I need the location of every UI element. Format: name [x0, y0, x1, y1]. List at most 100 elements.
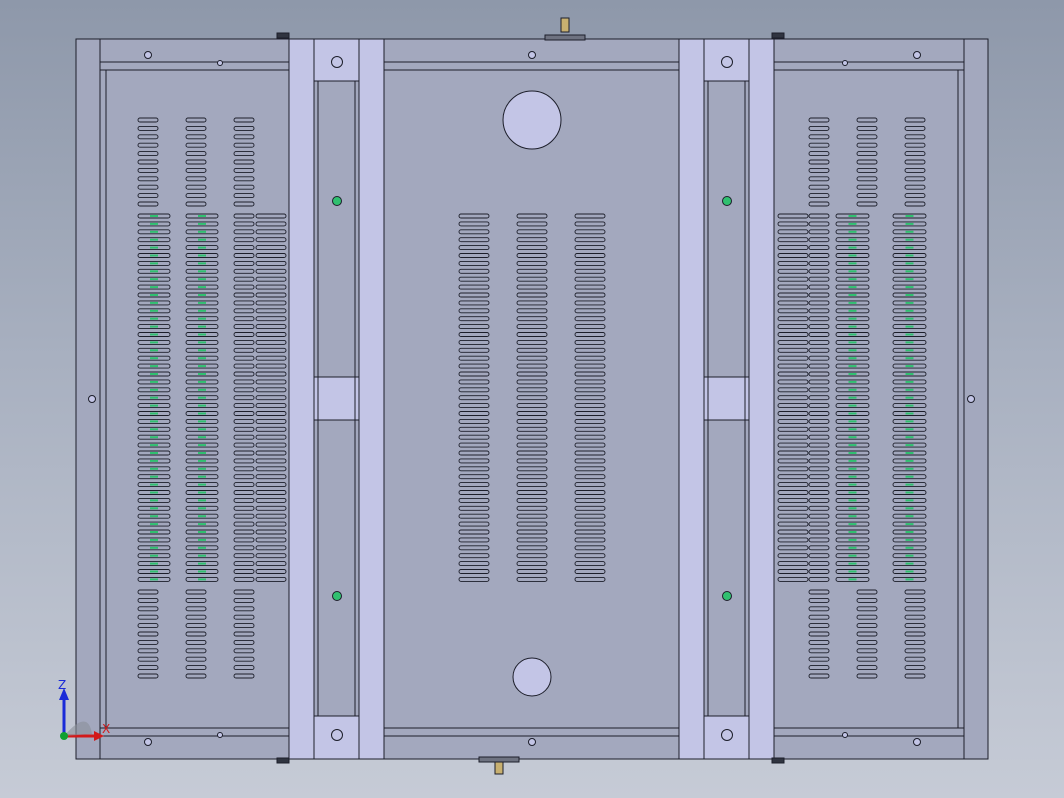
vent-slot-highlight — [905, 467, 914, 470]
vent-slot-highlight — [905, 388, 914, 391]
vent-slot-highlight — [198, 570, 206, 573]
vent-slot-highlight — [905, 459, 914, 462]
vent-slot-highlight — [198, 357, 206, 360]
rail-hole — [332, 591, 342, 601]
vent-slot-highlight — [905, 278, 914, 281]
vent-slot-highlight — [150, 373, 158, 375]
vent-slot-highlight — [905, 301, 914, 304]
vent-slot-highlight — [905, 546, 914, 549]
vent-slot-highlight — [905, 349, 914, 352]
center-panel — [383, 69, 681, 729]
vent-slot-highlight — [150, 546, 158, 549]
mounting-hole — [331, 729, 343, 741]
vent-slot-highlight — [150, 570, 158, 573]
vent-slot-highlight — [848, 222, 857, 225]
rail-mid-block — [703, 376, 750, 421]
vent-slot-highlight — [198, 483, 206, 486]
vent-slot-highlight — [905, 428, 914, 431]
vent-slot-highlight — [848, 301, 857, 304]
vent-slot-highlight — [905, 499, 914, 502]
vent-slot-highlight — [150, 562, 158, 565]
vent-slot-highlight — [905, 294, 914, 296]
vent-slot-highlight — [198, 230, 206, 233]
vent-slot-highlight — [905, 262, 914, 265]
vent-slot-highlight — [905, 507, 914, 510]
vent-slot-highlight — [848, 436, 857, 439]
vent-slot-highlight — [905, 491, 914, 494]
vent-slot-highlight — [150, 294, 158, 296]
vent-slot-highlight — [198, 333, 206, 336]
vent-slot-highlight — [150, 538, 158, 541]
vent-slot-highlight — [198, 325, 206, 328]
mounting-rail — [748, 38, 775, 760]
vent-slot-highlight — [198, 309, 206, 312]
vent-slot-highlight — [198, 428, 206, 431]
vent-slot-highlight — [198, 538, 206, 541]
mounting-hole — [842, 732, 848, 738]
vent-slot-highlight — [198, 578, 206, 581]
vent-slot-highlight — [150, 262, 158, 265]
vent-slot-highlight — [198, 546, 206, 549]
vent-slot-highlight — [905, 309, 914, 312]
vent-slot-highlight — [150, 499, 158, 502]
vent-slot-highlight — [848, 294, 857, 296]
vent-slot-highlight — [150, 436, 158, 439]
vent-slot-highlight — [905, 420, 914, 423]
vent-slot-highlight — [150, 388, 158, 391]
vent-slot-highlight — [848, 546, 857, 549]
vent-slot-highlight — [198, 278, 206, 281]
mounting-hole — [217, 732, 223, 738]
vent-slot-highlight — [198, 238, 206, 241]
vent-slot-highlight — [905, 570, 914, 573]
mounting-rail — [358, 38, 385, 760]
vent-slot-highlight — [150, 341, 158, 344]
vent-slot-highlight — [150, 215, 158, 217]
mounting-hole — [331, 56, 343, 68]
vent-slot-highlight — [848, 467, 857, 470]
vent-slot-highlight — [848, 531, 857, 533]
vent-slot-highlight — [198, 286, 206, 289]
triad-x-label: X — [102, 722, 111, 736]
mounting-hole — [217, 60, 223, 66]
vent-slot-highlight — [150, 380, 158, 383]
vent-slot-highlight — [905, 270, 914, 273]
vent-slot-highlight — [198, 380, 206, 383]
vent-slot-highlight — [198, 294, 206, 296]
vent-slot-highlight — [150, 254, 158, 257]
vent-slot-highlight — [198, 262, 206, 265]
vent-slot-highlight — [848, 246, 857, 249]
vent-slot-highlight — [905, 222, 914, 225]
vent-slot-highlight — [198, 467, 206, 470]
vent-slot-highlight — [848, 499, 857, 502]
mounting-hole — [913, 51, 921, 59]
vent-slot-highlight — [905, 554, 914, 557]
vent-slot-highlight — [198, 388, 206, 391]
mounting-hole — [144, 51, 152, 59]
vent-slot-highlight — [848, 373, 857, 375]
vent-slot-highlight — [198, 499, 206, 502]
vent-slot-highlight — [905, 515, 914, 518]
vent-slot-highlight — [198, 301, 206, 304]
vent-slot-highlight — [150, 238, 158, 241]
vent-slot-highlight — [198, 215, 206, 217]
vent-slot-highlight — [905, 523, 914, 526]
vent-slot-highlight — [905, 578, 914, 581]
vent-slot-highlight — [198, 475, 206, 478]
cad-viewport[interactable] — [0, 0, 1064, 798]
vent-slot-highlight — [848, 554, 857, 557]
vent-slot-highlight — [848, 562, 857, 565]
vent-slot-highlight — [150, 444, 158, 447]
mounting-hole — [721, 56, 733, 68]
vent-slot-highlight — [848, 459, 857, 462]
vent-slot-highlight — [150, 452, 158, 454]
vent-slot-highlight — [150, 507, 158, 510]
vent-slot-highlight — [848, 333, 857, 336]
vent-slot-highlight — [905, 357, 914, 360]
vent-slot-highlight — [905, 238, 914, 241]
vent-slot-highlight — [848, 341, 857, 344]
vent-slot-highlight — [150, 578, 158, 581]
rail-hole — [722, 591, 732, 601]
vent-slot-highlight — [150, 222, 158, 225]
vent-slot-highlight — [905, 452, 914, 454]
vent-slot-highlight — [848, 578, 857, 581]
